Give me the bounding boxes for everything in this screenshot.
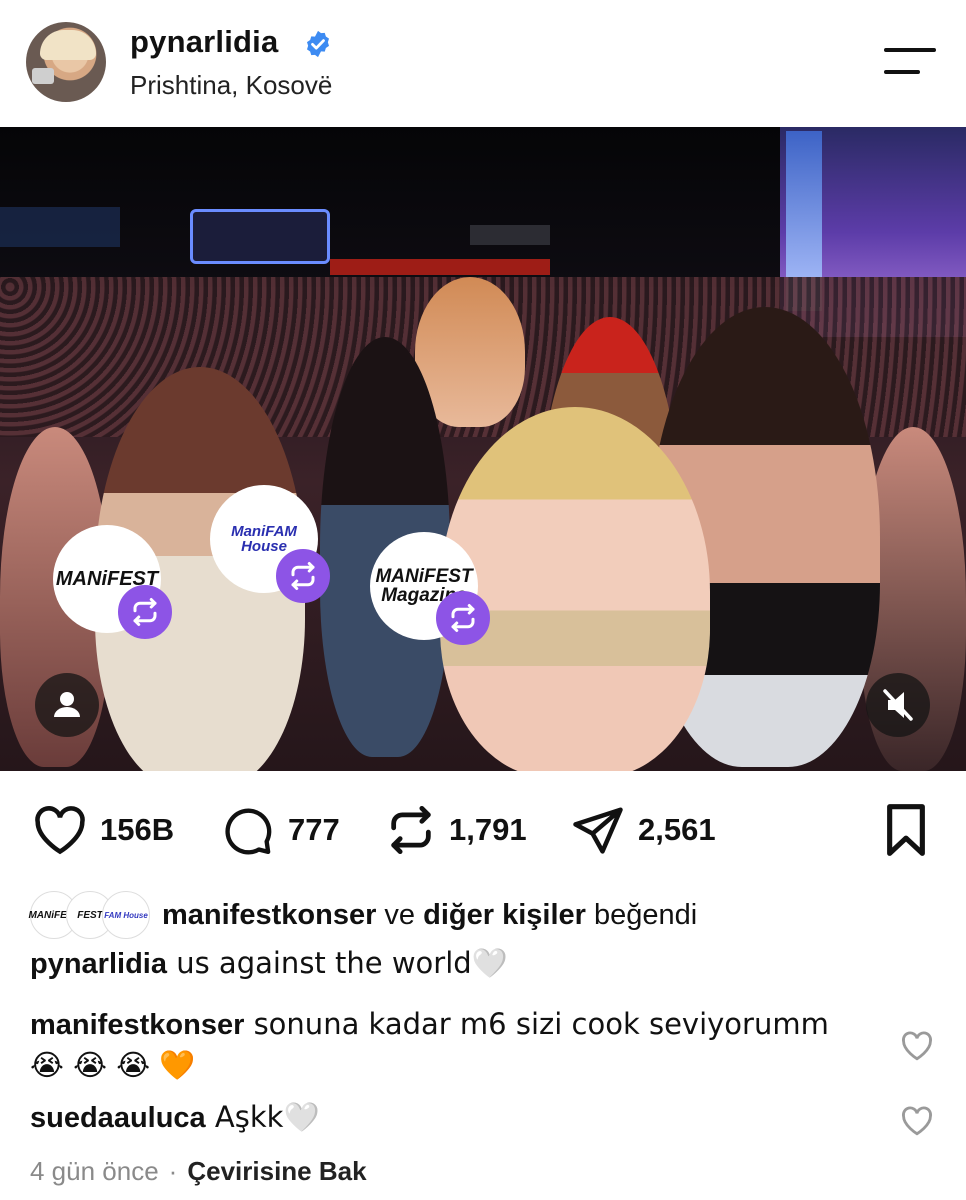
speaker-muted-icon xyxy=(883,689,913,721)
background-stage-screen xyxy=(190,209,330,264)
comment-username[interactable]: manifestkonser xyxy=(30,1009,244,1041)
repost-icon xyxy=(391,805,431,855)
liker-avatar: FAM House xyxy=(102,891,150,939)
comment-count: 777 xyxy=(288,812,340,847)
heart-icon xyxy=(35,806,85,855)
avatar-hair xyxy=(40,30,96,60)
see-translation-link[interactable]: Çevirisine Bak xyxy=(187,1156,366,1186)
repost-badge-icon xyxy=(118,585,172,639)
liked-by-others[interactable]: diğer kişiler xyxy=(423,899,586,931)
send-icon xyxy=(573,807,623,854)
username[interactable]: pynarlidia xyxy=(130,24,278,60)
repost-count: 1,791 xyxy=(449,812,527,847)
like-button[interactable]: 156B xyxy=(32,802,174,858)
meta-separator: · xyxy=(168,1156,178,1186)
comment-button[interactable]: 777 xyxy=(220,802,340,858)
comment-like-heart-icon[interactable] xyxy=(900,1105,934,1137)
liked-by-row[interactable]: MANiFEST FEST FAM House manifestkonser v… xyxy=(28,888,697,942)
comment-text: Aşkk🤍 xyxy=(205,1100,320,1134)
liked-by-text: manifestkonser ve diğer kişiler beğendi xyxy=(162,899,697,932)
share-count: 2,561 xyxy=(638,812,716,847)
share-button[interactable]: 2,561 xyxy=(570,802,716,858)
comment-username[interactable]: suedaauluca xyxy=(30,1102,206,1134)
mute-button[interactable] xyxy=(866,673,930,737)
person xyxy=(440,407,710,771)
background-banner xyxy=(470,225,550,245)
comment-like-heart-icon[interactable] xyxy=(900,1030,934,1062)
post-meta: 4 gün önce · Çevirisine Bak xyxy=(30,1156,367,1187)
repost-badge-icon xyxy=(276,549,330,603)
profile-avatar[interactable] xyxy=(26,22,106,102)
liker-username[interactable]: manifestkonser xyxy=(162,899,376,931)
comment-item: suedaauluca Aşkk🤍 xyxy=(30,1100,320,1135)
background-red-banner xyxy=(330,259,550,275)
liked-by-suffix: beğendi xyxy=(585,898,698,931)
comment-item: manifestkonser sonuna kadar m6 sizi cook… xyxy=(30,1004,870,1086)
repost-button[interactable]: 1,791 xyxy=(385,802,527,858)
repost-badge-icon xyxy=(436,591,490,645)
post-caption: pynarlidia us against the world🤍 xyxy=(30,946,508,981)
comment-icon xyxy=(225,808,272,855)
avatar-camera xyxy=(32,68,54,84)
bookmark-icon xyxy=(887,804,925,856)
post-time: 4 gün önce xyxy=(30,1156,159,1186)
user-icon xyxy=(54,692,80,717)
like-count: 156B xyxy=(100,812,175,847)
caption-text: us against the world🤍 xyxy=(167,946,508,980)
tagged-users-button[interactable] xyxy=(35,673,99,737)
caption-username[interactable]: pynarlidia xyxy=(30,948,167,980)
post-image[interactable]: MANiFEST ManiFAM House MANiFEST Magazine xyxy=(0,127,966,771)
save-button[interactable] xyxy=(880,802,932,858)
verified-badge-icon xyxy=(307,30,329,58)
liked-by-connector: ve xyxy=(376,898,424,931)
menu-icon[interactable] xyxy=(884,46,938,76)
background-screen xyxy=(0,207,120,247)
post-location[interactable]: Prishtina, Kosovë xyxy=(130,70,332,101)
action-bar: 156B 777 1,791 2,561 xyxy=(0,796,966,866)
post-header: pynarlidia Prishtina, Kosovë xyxy=(0,0,966,127)
